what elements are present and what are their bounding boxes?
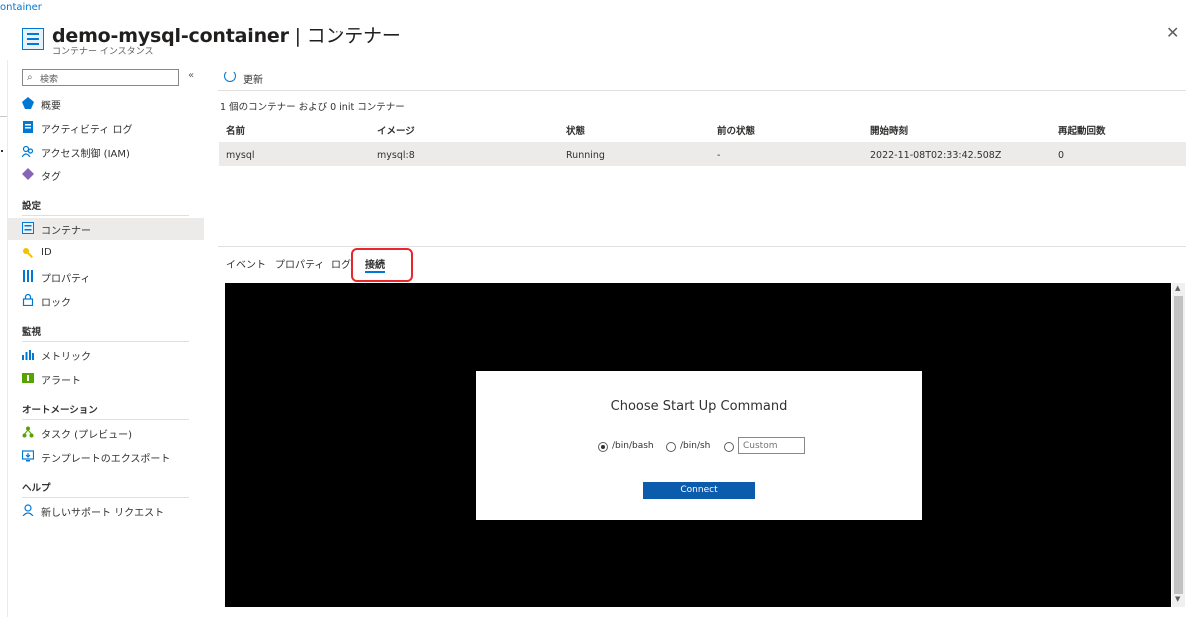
sidebar-item-containers[interactable]: コンテナー bbox=[8, 218, 204, 240]
sidebar-item-label: アクセス制御 (IAM) bbox=[41, 149, 130, 160]
activity-log-icon bbox=[23, 121, 33, 133]
table-cell-state: Running bbox=[566, 150, 605, 161]
startup-command-dialog: Choose Start Up Command /bin/bash /bin/s… bbox=[476, 371, 922, 520]
sidebar-item-label: メトリック bbox=[41, 352, 91, 363]
close-icon[interactable]: ✕ bbox=[1166, 25, 1179, 41]
sidebar-item-tasks[interactable]: タスク (プレビュー) bbox=[8, 422, 204, 444]
metrics-icon bbox=[22, 350, 34, 360]
column-header-start-time[interactable]: 開始時刻 bbox=[870, 123, 908, 137]
support-icon bbox=[22, 504, 34, 516]
tab-properties[interactable]: プロパティ bbox=[275, 256, 324, 271]
table-cell-previous-state: - bbox=[717, 150, 721, 161]
radio-label: /bin/sh bbox=[680, 441, 711, 451]
properties-icon bbox=[23, 270, 33, 282]
dialog-title: Choose Start Up Command bbox=[610, 399, 788, 414]
access-control-icon bbox=[22, 145, 34, 157]
sidebar-item-label: 概要 bbox=[41, 101, 61, 112]
sidebar-item-alerts[interactable]: アラート bbox=[8, 368, 204, 390]
containers-icon bbox=[22, 222, 34, 234]
sidebar-item-label: アクティビティ ログ bbox=[41, 125, 133, 136]
tab-logs[interactable]: ログ bbox=[331, 256, 351, 271]
radio-label: /bin/bash bbox=[612, 441, 654, 451]
section-heading-help: ヘルプ bbox=[22, 483, 51, 494]
sidebar-item-label: タスク (プレビュー) bbox=[41, 430, 132, 441]
sidebar-item-new-support-request[interactable]: 新しいサポート リクエスト bbox=[8, 500, 204, 522]
toolbar-divider bbox=[218, 90, 1186, 91]
tab-events[interactable]: イベント bbox=[226, 256, 266, 271]
connect-button[interactable]: Connect bbox=[643, 482, 755, 499]
column-header-previous-state[interactable]: 前の状態 bbox=[717, 123, 755, 137]
highlight-annotation bbox=[351, 248, 413, 282]
sidebar-item-activity-log[interactable]: アクティビティ ログ bbox=[8, 117, 204, 139]
section-heading-settings: 設定 bbox=[22, 201, 42, 212]
sidebar-item-label: ID bbox=[41, 247, 52, 258]
lock-icon bbox=[22, 294, 34, 306]
sidebar-item-label: テンプレートのエクスポート bbox=[41, 454, 171, 465]
section-divider bbox=[22, 497, 189, 498]
refresh-label: 更新 bbox=[243, 75, 263, 86]
scroll-up-icon[interactable]: ▲ bbox=[1175, 284, 1180, 292]
sidebar-item-label: 新しいサポート リクエスト bbox=[41, 508, 165, 519]
sidebar-item-label: アラート bbox=[41, 376, 81, 387]
tag-icon bbox=[22, 168, 34, 180]
more-options-icon[interactable]: ··· bbox=[331, 25, 342, 39]
page-subtitle: コンテナー インスタンス bbox=[52, 47, 154, 57]
section-heading-monitoring: 監視 bbox=[22, 327, 42, 338]
sidebar-item-overview[interactable]: 概要 bbox=[8, 93, 204, 115]
export-template-icon bbox=[22, 450, 34, 462]
scrollbar-thumb[interactable] bbox=[1174, 296, 1183, 594]
section-heading-automation: オートメーション bbox=[22, 405, 98, 416]
section-divider bbox=[22, 341, 189, 342]
sidebar-item-properties[interactable]: プロパティ bbox=[8, 266, 204, 288]
refresh-icon bbox=[224, 70, 236, 82]
table-cell-start-time: 2022-11-08T02:33:42.508Z bbox=[870, 150, 1002, 161]
sidebar-item-label: プロパティ bbox=[41, 274, 91, 285]
sidebar-item-tags[interactable]: タグ bbox=[8, 164, 204, 186]
key-icon bbox=[23, 248, 33, 258]
collapse-sidebar-icon[interactable]: « bbox=[188, 70, 194, 81]
container-instance-icon bbox=[22, 28, 44, 50]
container-count: 1 個のコンテナー および 0 init コンテナー bbox=[220, 102, 405, 113]
column-header-restart-count[interactable]: 再起動回数 bbox=[1058, 123, 1106, 137]
breadcrumb[interactable]: ontainer bbox=[0, 2, 42, 13]
sidebar-item-label: コンテナー bbox=[41, 226, 91, 237]
search-placeholder: 検索 bbox=[40, 75, 59, 85]
sidebar-item-export-template[interactable]: テンプレートのエクスポート bbox=[8, 446, 204, 468]
terminal-scrollbar[interactable]: ▲ ▼ bbox=[1172, 283, 1185, 607]
edge-marker bbox=[1, 150, 3, 152]
radio-indicator bbox=[598, 442, 608, 452]
search-input[interactable]: ⌕ 検索 bbox=[22, 69, 179, 86]
table-cell-restart-count: 0 bbox=[1058, 150, 1065, 161]
sidebar-item-metrics[interactable]: メトリック bbox=[8, 344, 204, 366]
radio-indicator bbox=[724, 442, 734, 452]
table-cell-name: mysql bbox=[226, 150, 255, 161]
column-header-state[interactable]: 状態 bbox=[566, 123, 585, 137]
table-row[interactable] bbox=[219, 142, 1186, 166]
table-cell-image: mysql:8 bbox=[377, 150, 415, 161]
pane-divider bbox=[218, 246, 1186, 247]
sidebar-item-identity[interactable]: ID bbox=[8, 243, 204, 265]
scroll-down-icon[interactable]: ▼ bbox=[1175, 595, 1180, 603]
column-header-name[interactable]: 名前 bbox=[226, 123, 245, 137]
section-divider bbox=[22, 419, 189, 420]
radio-indicator bbox=[666, 442, 676, 452]
overview-icon bbox=[22, 97, 34, 109]
sidebar-item-label: ロック bbox=[41, 298, 71, 309]
search-icon: ⌕ bbox=[27, 72, 33, 83]
section-divider bbox=[22, 215, 189, 216]
tasks-icon bbox=[22, 426, 34, 438]
alerts-icon bbox=[22, 373, 34, 383]
column-header-image[interactable]: イメージ bbox=[377, 123, 415, 137]
sidebar-item-locks[interactable]: ロック bbox=[8, 290, 204, 312]
custom-command-input[interactable] bbox=[738, 437, 805, 454]
sidebar-item-label: タグ bbox=[41, 172, 61, 183]
sidebar-item-iam[interactable]: アクセス制御 (IAM) bbox=[8, 141, 204, 163]
